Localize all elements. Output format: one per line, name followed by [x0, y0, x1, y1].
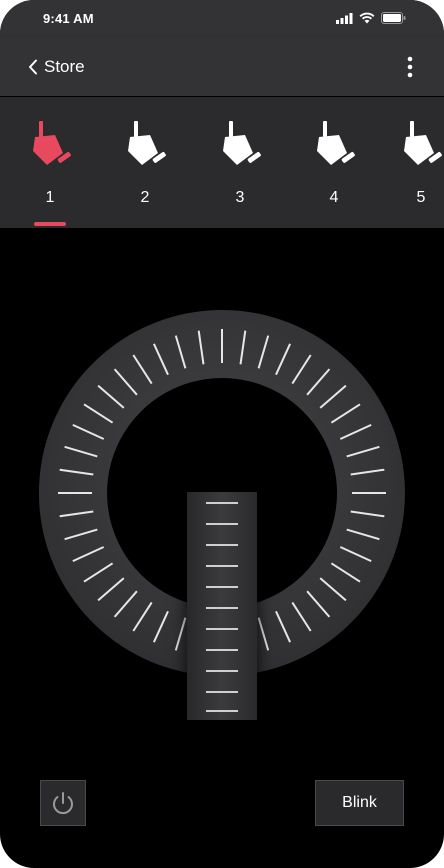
- spotlight-icon: [128, 121, 166, 165]
- fixture-label: 1: [45, 189, 55, 206]
- fixture-label: 3: [235, 189, 245, 206]
- fixture-label: 5: [416, 189, 426, 206]
- fader-tick: [206, 607, 238, 609]
- spotlight-icon: [33, 121, 71, 165]
- fixture-selector: 1 2 3 4 5: [0, 97, 444, 228]
- fixture-item[interactable]: 4: [294, 97, 374, 228]
- selected-indicator: [129, 222, 161, 226]
- fader-tick: [206, 544, 238, 546]
- power-button[interactable]: [40, 780, 86, 826]
- back-button[interactable]: Store: [28, 54, 85, 80]
- fader-tick: [206, 691, 238, 693]
- signal-icon: [336, 12, 353, 24]
- back-label: Store: [44, 57, 85, 76]
- chevron-left-icon: [29, 59, 37, 75]
- status-icons: [336, 11, 406, 25]
- fader-tick: [206, 670, 238, 672]
- fixture-item[interactable]: 2: [105, 97, 185, 228]
- status-bar: 9:41 AM: [0, 0, 444, 38]
- fixture-label: 4: [329, 189, 339, 206]
- fader-tick: [206, 649, 238, 651]
- fader-tick: [206, 502, 238, 504]
- status-time: 9:41 AM: [43, 11, 94, 26]
- selected-indicator: [224, 222, 256, 226]
- selected-indicator: [34, 222, 66, 226]
- fixture-item[interactable]: 5: [381, 97, 444, 228]
- fader-tick: [206, 565, 238, 567]
- spotlight-icon: [404, 121, 442, 165]
- fixture-item[interactable]: 3: [200, 97, 280, 228]
- fixture-label: 2: [140, 189, 150, 206]
- intensity-fader[interactable]: [187, 492, 257, 720]
- fader-tick: [206, 710, 238, 712]
- phone-screen: 9:41 AM Store 1 2 3 4 5 Blink: [0, 0, 444, 868]
- wifi-icon: [359, 12, 375, 24]
- fader-tick: [206, 628, 238, 630]
- spotlight-icon: [223, 121, 261, 165]
- spotlight-icon: [317, 121, 355, 165]
- battery-icon: [381, 12, 406, 24]
- more-vertical-icon[interactable]: [402, 55, 418, 79]
- selected-indicator: [318, 222, 350, 226]
- blink-button[interactable]: Blink: [315, 780, 404, 826]
- power-icon: [53, 792, 73, 815]
- fader-tick: [206, 523, 238, 525]
- fader-tick: [206, 586, 238, 588]
- fixture-item[interactable]: 1: [10, 97, 90, 228]
- selected-indicator: [405, 222, 437, 226]
- nav-bar: Store: [0, 38, 444, 96]
